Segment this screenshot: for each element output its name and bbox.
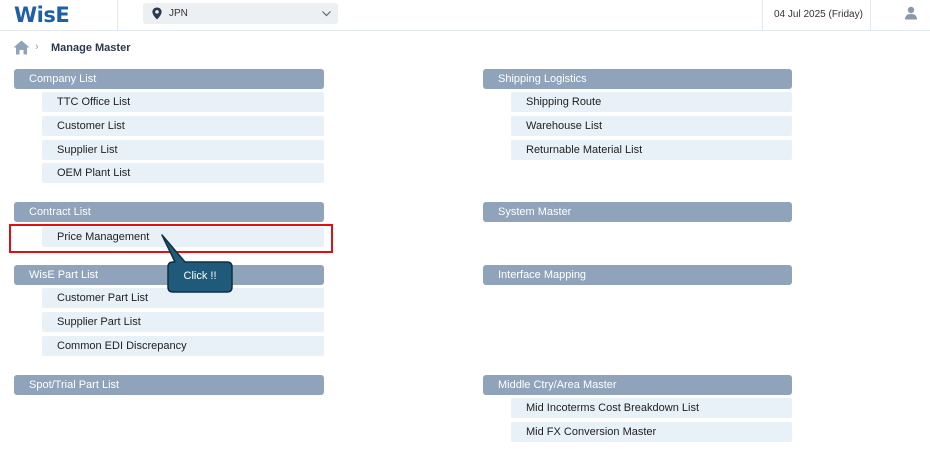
menu-item-supplier-list[interactable]: Supplier List	[42, 140, 324, 160]
chevron-right-icon: ›	[35, 41, 39, 53]
menu-item-ttc-office-list[interactable]: TTC Office List	[42, 92, 324, 112]
page-title: Manage Master	[51, 42, 131, 54]
divider	[870, 0, 871, 30]
group-shipping-logistics: Shipping Logistics	[483, 69, 792, 89]
group-system-master: System Master	[483, 202, 792, 222]
menu-item-warehouse-list[interactable]: Warehouse List	[511, 116, 792, 136]
group-company-list: Company List	[14, 69, 324, 89]
user-icon[interactable]	[904, 6, 918, 20]
group-spot-trial-part-list: Spot/Trial Part List	[14, 375, 324, 395]
menu-item-common-edi-discrepancy[interactable]: Common EDI Discrepancy	[42, 336, 324, 356]
callout-text: Click !!	[183, 270, 217, 282]
top-bar: WisE JPN 04 Jul 2025 (Friday)	[0, 0, 930, 31]
current-date: 04 Jul 2025 (Friday)	[774, 9, 863, 20]
group-middle-ctry-area-master: Middle Ctry/Area Master	[483, 375, 792, 395]
divider	[117, 0, 118, 30]
home-icon[interactable]	[13, 40, 30, 55]
wise-logo[interactable]: WisE	[14, 3, 70, 27]
group-interface-mapping: Interface Mapping	[483, 265, 792, 285]
chevron-down-icon	[322, 11, 331, 17]
divider	[762, 0, 763, 30]
menu-item-oem-plant-list[interactable]: OEM Plant List	[42, 163, 324, 183]
menu-item-shipping-route[interactable]: Shipping Route	[511, 92, 792, 112]
country-value: JPN	[169, 8, 188, 19]
menu-item-supplier-part-list[interactable]: Supplier Part List	[42, 312, 324, 332]
menu-item-mid-incoterms-cost-breakdown-list[interactable]: Mid Incoterms Cost Breakdown List	[511, 398, 792, 418]
location-pin-icon	[152, 7, 162, 20]
country-select[interactable]: JPN	[143, 3, 338, 24]
group-contract-list: Contract List	[14, 202, 324, 222]
menu-item-mid-fx-conversion-master[interactable]: Mid FX Conversion Master	[511, 422, 792, 442]
menu-item-customer-list[interactable]: Customer List	[42, 116, 324, 136]
menu-item-returnable-material-list[interactable]: Returnable Material List	[511, 140, 792, 160]
